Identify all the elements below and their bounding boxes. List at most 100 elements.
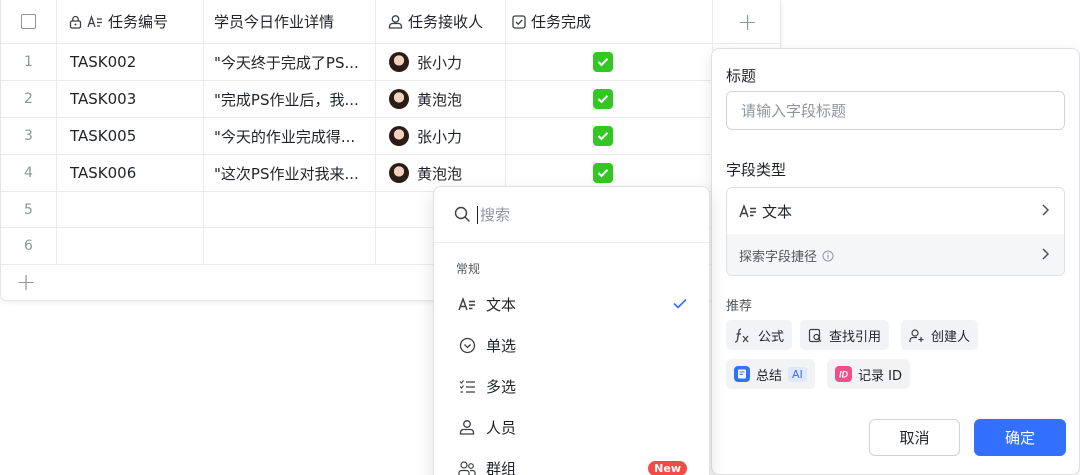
table-row[interactable]: 3 TASK005 "今天的作业完成得... 张小力 — [1, 118, 782, 155]
svg-text:ID: ID — [839, 370, 849, 380]
cancel-button[interactable]: 取消 — [869, 419, 960, 456]
cell-detail[interactable] — [204, 192, 376, 227]
chip-label: 总结 — [756, 368, 783, 384]
field-config-panel: 标题 字段类型 文本 探索字段捷径 — [711, 48, 1080, 475]
chevron-right-icon — [1041, 202, 1050, 221]
column-title: 任务编号 — [108, 13, 169, 31]
chip-label: 创建人 — [931, 329, 971, 345]
chip-record-id[interactable]: ID 记录 ID — [827, 359, 910, 389]
cell-detail[interactable]: "今天的作业完成得... — [204, 118, 376, 154]
explore-shortcuts-row[interactable]: 探索字段捷径 — [727, 234, 1064, 275]
summary-icon — [734, 366, 750, 382]
cell-task-id[interactable]: TASK005 — [57, 118, 204, 154]
chip-summary[interactable]: 总结 AI — [726, 359, 815, 389]
add-person-icon — [909, 328, 925, 343]
field-type-dropdown: 搜索 常规 文本 单选 多选 人员 群组 New — [433, 186, 710, 475]
cell-done[interactable] — [506, 44, 713, 80]
record-id-icon: ID — [835, 366, 852, 382]
checked-checkbox-icon[interactable] — [593, 89, 613, 109]
option-group[interactable]: 群组 New — [434, 448, 709, 475]
formula-icon — [734, 327, 752, 343]
group-icon — [456, 460, 478, 475]
chip-lookup[interactable]: 查找引用 — [800, 320, 890, 350]
assignee-name: 张小力 — [417, 53, 463, 72]
option-person[interactable]: 人员 — [434, 407, 709, 447]
row-number: 4 — [1, 155, 57, 191]
avatar — [389, 163, 409, 183]
cell-detail[interactable] — [204, 228, 376, 264]
cell-task-id[interactable]: TASK006 — [57, 155, 204, 191]
column-header-done[interactable]: 任务完成 — [506, 0, 713, 43]
list-icon — [456, 379, 478, 394]
chip-formula[interactable]: 公式 — [726, 320, 793, 350]
field-title-input[interactable] — [726, 91, 1065, 130]
column-header-detail[interactable]: 学员今日作业详情 — [204, 0, 376, 43]
title-label: 标题 — [726, 67, 757, 85]
cell-task-id[interactable] — [57, 192, 204, 227]
confirm-button[interactable]: 确定 — [974, 419, 1066, 456]
cell-assignee[interactable]: 张小力 — [376, 118, 506, 154]
group-label: 常规 — [456, 262, 481, 276]
cell-done[interactable] — [506, 118, 713, 154]
bitable-view: 任务编号 学员今日作业详情 任务接收人 任务完成 + 1 TASK002 "今天… — [0, 0, 1080, 475]
info-icon — [822, 250, 834, 262]
person-icon — [456, 419, 478, 435]
row-number: 6 — [1, 228, 57, 264]
select-all-cell[interactable] — [1, 0, 57, 43]
row-number: 2 — [1, 81, 57, 117]
checked-checkbox-icon[interactable] — [593, 126, 613, 146]
checked-checkbox-icon[interactable] — [593, 52, 613, 72]
chip-creator[interactable]: 创建人 — [901, 320, 979, 350]
option-multi-select[interactable]: 多选 — [434, 366, 709, 406]
column-header-task-id[interactable]: 任务编号 — [57, 0, 204, 43]
lookup-icon — [808, 328, 823, 343]
option-label: 人员 — [486, 418, 517, 437]
cell-task-id[interactable]: TASK002 — [57, 44, 204, 80]
new-badge: New — [648, 460, 687, 475]
cell-task-id[interactable]: TASK003 — [57, 81, 204, 117]
column-header-assignee[interactable]: 任务接收人 — [376, 0, 506, 43]
recommend-label: 推荐 — [726, 299, 753, 314]
row-number: 3 — [1, 118, 57, 154]
add-column-button[interactable]: + — [713, 0, 782, 43]
field-type-select[interactable]: 文本 — [727, 188, 1064, 234]
type-search-input[interactable]: 搜索 — [434, 187, 709, 243]
row-number: 5 — [1, 192, 57, 227]
cell-done[interactable] — [506, 81, 713, 117]
option-label: 群组 — [486, 459, 517, 475]
cell-detail[interactable]: "完成PS作业后，我... — [204, 81, 376, 117]
cell-assignee[interactable]: 张小力 — [376, 44, 506, 80]
chip-label: 查找引用 — [829, 329, 882, 345]
table-row[interactable]: 2 TASK003 "完成PS作业后，我... 黄泡泡 — [1, 81, 782, 118]
checkbox-type-icon — [512, 14, 526, 29]
search-icon — [454, 206, 471, 223]
cell-assignee[interactable]: 黄泡泡 — [376, 81, 506, 117]
cell-detail[interactable]: "这次PS作业对我来... — [204, 155, 376, 191]
column-title: 任务完成 — [531, 13, 592, 31]
option-label: 文本 — [486, 295, 517, 314]
option-label: 单选 — [486, 336, 517, 355]
chevron-right-icon — [1041, 246, 1050, 265]
checkmark-icon — [673, 295, 687, 313]
field-type-label: 字段类型 — [726, 161, 787, 179]
option-label: 多选 — [486, 377, 517, 396]
option-single-select[interactable]: 单选 — [434, 325, 709, 365]
plus-icon: + — [737, 7, 758, 36]
column-title: 任务接收人 — [408, 13, 484, 31]
option-text[interactable]: 文本 — [434, 284, 709, 324]
checked-checkbox-icon[interactable] — [593, 163, 613, 183]
cell-task-id[interactable] — [57, 228, 204, 264]
text-type-icon — [87, 14, 103, 29]
chip-label: 公式 — [758, 329, 785, 345]
field-type-value: 文本 — [762, 202, 793, 221]
cell-detail[interactable]: "今天终于完成了PS... — [204, 44, 376, 80]
text-caret — [477, 205, 478, 224]
select-all-checkbox[interactable] — [21, 14, 36, 29]
text-type-icon — [456, 296, 478, 312]
add-row-button[interactable]: + — [16, 268, 36, 296]
table-header: 任务编号 学员今日作业详情 任务接收人 任务完成 + — [1, 0, 782, 44]
assignee-name: 黄泡泡 — [417, 164, 463, 183]
table-row[interactable]: 1 TASK002 "今天终于完成了PS... 张小力 — [1, 44, 782, 81]
assignee-name: 黄泡泡 — [417, 90, 463, 109]
explore-label: 探索字段捷径 — [739, 250, 818, 265]
